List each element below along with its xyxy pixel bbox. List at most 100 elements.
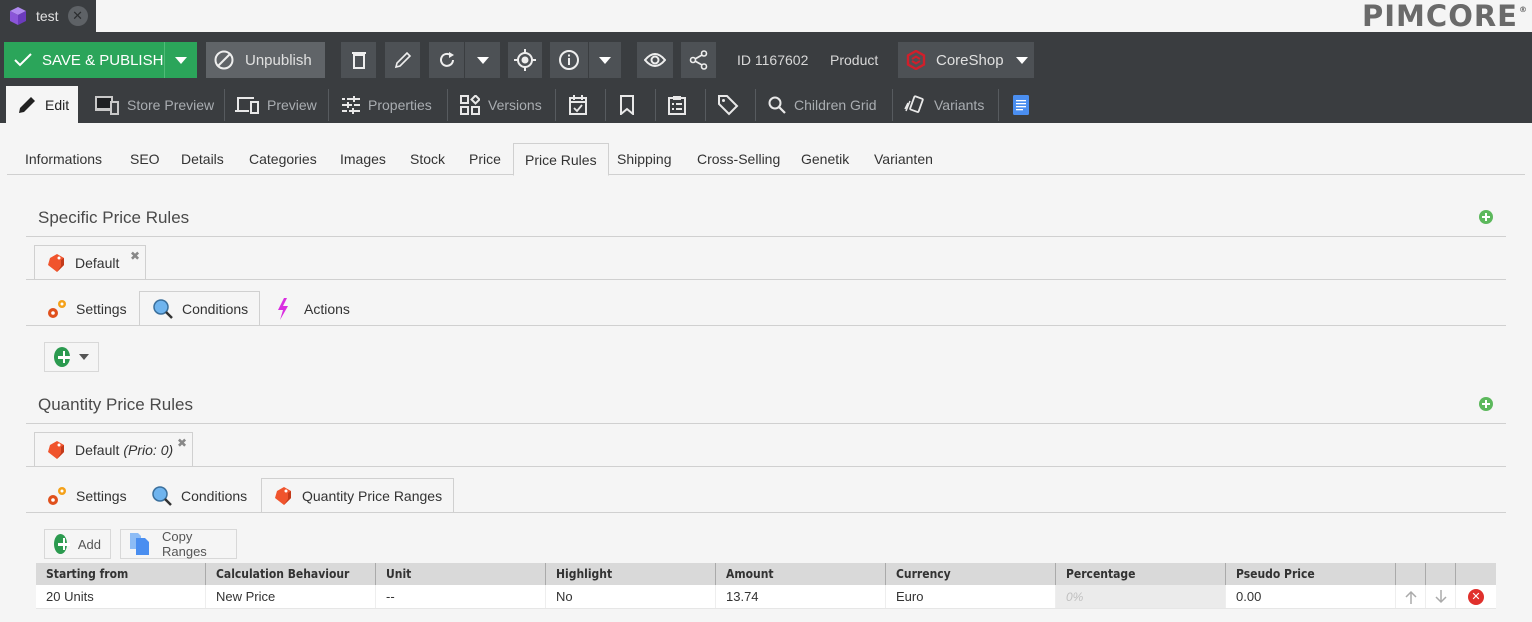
content-tab-images[interactable]: Images xyxy=(329,143,397,175)
cell-pseudo-price[interactable]: 0.00 xyxy=(1226,585,1396,608)
share-icon xyxy=(689,50,709,70)
unpublish-button[interactable]: Unpublish xyxy=(206,42,325,78)
column-header-starting-from[interactable]: Starting from xyxy=(36,563,206,585)
close-rule-icon[interactable]: ✖ xyxy=(177,436,187,450)
tab-separator xyxy=(224,89,225,121)
content-tab-price[interactable]: Price xyxy=(458,143,512,175)
quantity-subtab-settings[interactable]: Settings xyxy=(26,478,138,513)
variants-icon xyxy=(904,94,926,115)
tab-children-grid[interactable]: Children Grid xyxy=(768,86,876,123)
tab-variants-label: Variants xyxy=(934,96,985,113)
locate-button[interactable] xyxy=(508,42,542,78)
tab-schedule[interactable] xyxy=(568,86,588,123)
document-tab[interactable]: test ✕ xyxy=(0,0,96,32)
ban-icon xyxy=(214,50,234,70)
column-header-move-up xyxy=(1396,563,1426,585)
specific-subtab-settings[interactable]: Settings xyxy=(26,291,138,326)
copy-ranges-label: Copy Ranges xyxy=(162,529,207,559)
cell-currency[interactable]: Euro xyxy=(886,585,1056,608)
tab-variants[interactable]: Variants xyxy=(904,86,984,123)
content-tabs: Informations SEO Details Categories Imag… xyxy=(7,143,1525,176)
tab-properties[interactable]: Properties xyxy=(342,86,432,123)
close-tab-icon[interactable]: ✕ xyxy=(67,6,88,26)
save-publish-button[interactable]: SAVE & PUBLISH xyxy=(4,42,164,78)
divider xyxy=(26,325,1506,326)
copy-ranges-button[interactable]: Copy Ranges xyxy=(120,529,237,559)
tab-bookmark[interactable] xyxy=(619,86,635,123)
cell-starting-from[interactable]: 20 Units xyxy=(36,585,206,608)
table-row[interactable]: 20 Units New Price -- No 13.74 Euro 0% 0… xyxy=(36,585,1496,609)
tab-document[interactable] xyxy=(1013,86,1029,123)
add-condition-menu-button[interactable] xyxy=(44,342,99,372)
info-button[interactable] xyxy=(550,42,588,78)
column-header-amount[interactable]: Amount xyxy=(716,563,886,585)
cell-amount[interactable]: 13.74 xyxy=(716,585,886,608)
specific-subtab-actions[interactable]: Actions xyxy=(256,291,361,326)
object-id: ID 1167602 xyxy=(737,52,809,68)
quantity-subtab-price-ranges[interactable]: Quantity Price Ranges xyxy=(261,478,455,513)
reload-options-dropdown[interactable] xyxy=(465,42,500,78)
content-tab-informations[interactable]: Informations xyxy=(14,143,113,175)
share-button[interactable] xyxy=(681,42,716,78)
content-tab-varianten[interactable]: Varianten xyxy=(863,143,944,175)
logo-text: PIMCORE xyxy=(1362,0,1518,33)
caret-down-icon xyxy=(476,56,489,64)
coreshop-menu-button[interactable]: CoreShop xyxy=(898,42,1034,78)
remove-circle-icon: ✕ xyxy=(1468,588,1484,605)
tab-store-preview[interactable]: Store Preview xyxy=(95,86,214,123)
content-tab-stock[interactable]: Stock xyxy=(399,143,456,175)
quantity-subtab-conditions[interactable]: Conditions xyxy=(131,478,258,513)
tab-edit[interactable]: Edit xyxy=(6,86,78,123)
content-tab-price-rules[interactable]: Price Rules xyxy=(513,143,609,176)
move-up-button[interactable] xyxy=(1396,585,1426,608)
save-options-dropdown[interactable] xyxy=(164,42,197,78)
cell-calculation-behaviour[interactable]: New Price xyxy=(206,585,376,608)
add-range-button[interactable]: Add xyxy=(44,529,111,559)
column-header-highlight[interactable]: Highlight xyxy=(546,563,716,585)
tab-separator xyxy=(998,89,999,121)
content-tab-categories[interactable]: Categories xyxy=(238,143,328,175)
content-tab-genetik[interactable]: Genetik xyxy=(790,143,860,175)
move-down-button[interactable] xyxy=(1426,585,1456,608)
add-specific-price-rule-button[interactable] xyxy=(1479,210,1493,224)
specific-rule-tab-default[interactable]: Default ✖ xyxy=(34,245,146,280)
tab-children-grid-label: Children Grid xyxy=(794,96,877,113)
column-header-pseudo-price[interactable]: Pseudo Price xyxy=(1226,563,1396,585)
column-header-percentage[interactable]: Percentage xyxy=(1056,563,1226,585)
tab-properties-label: Properties xyxy=(368,96,432,113)
reload-button[interactable] xyxy=(429,42,464,78)
magnifier-icon xyxy=(151,485,173,507)
content-tab-shipping[interactable]: Shipping xyxy=(606,143,683,175)
delete-range-button[interactable]: ✕ xyxy=(1456,585,1496,608)
tab-tags[interactable] xyxy=(717,86,739,123)
divider xyxy=(26,423,1506,424)
cell-unit[interactable]: -- xyxy=(376,585,546,608)
quantity-rule-tab-default[interactable]: Default (Prio: 0) ✖ xyxy=(34,432,193,467)
delete-button[interactable] xyxy=(341,42,376,78)
cell-highlight[interactable]: No xyxy=(546,585,716,608)
info-options-dropdown[interactable] xyxy=(589,42,621,78)
tab-versions[interactable]: Versions xyxy=(460,86,542,123)
cube-icon xyxy=(8,6,28,26)
add-quantity-price-rule-button[interactable] xyxy=(1479,397,1493,411)
pencil-icon xyxy=(394,51,412,69)
tab-notes[interactable] xyxy=(668,86,686,123)
rename-button[interactable] xyxy=(385,42,420,78)
close-rule-icon[interactable]: ✖ xyxy=(130,249,140,263)
content-tab-cross-selling[interactable]: Cross-Selling xyxy=(686,143,791,175)
refresh-icon xyxy=(438,51,456,69)
specific-subtab-settings-label: Settings xyxy=(76,300,127,317)
column-header-currency[interactable]: Currency xyxy=(886,563,1056,585)
column-header-unit[interactable]: Unit xyxy=(376,563,546,585)
show-in-tree-button[interactable] xyxy=(637,42,673,78)
content-tab-seo[interactable]: SEO xyxy=(119,143,171,175)
sliders-icon xyxy=(342,95,360,114)
content-tab-details[interactable]: Details xyxy=(170,143,235,175)
tab-separator xyxy=(892,89,893,121)
coreshop-label: CoreShop xyxy=(936,51,1004,69)
calendar-check-icon xyxy=(568,94,588,115)
tab-preview[interactable]: Preview xyxy=(235,86,317,123)
arrow-up-icon xyxy=(1404,590,1417,604)
specific-subtab-conditions[interactable]: Conditions xyxy=(139,291,261,326)
column-header-calculation-behaviour[interactable]: Calculation Behaviour xyxy=(206,563,376,585)
